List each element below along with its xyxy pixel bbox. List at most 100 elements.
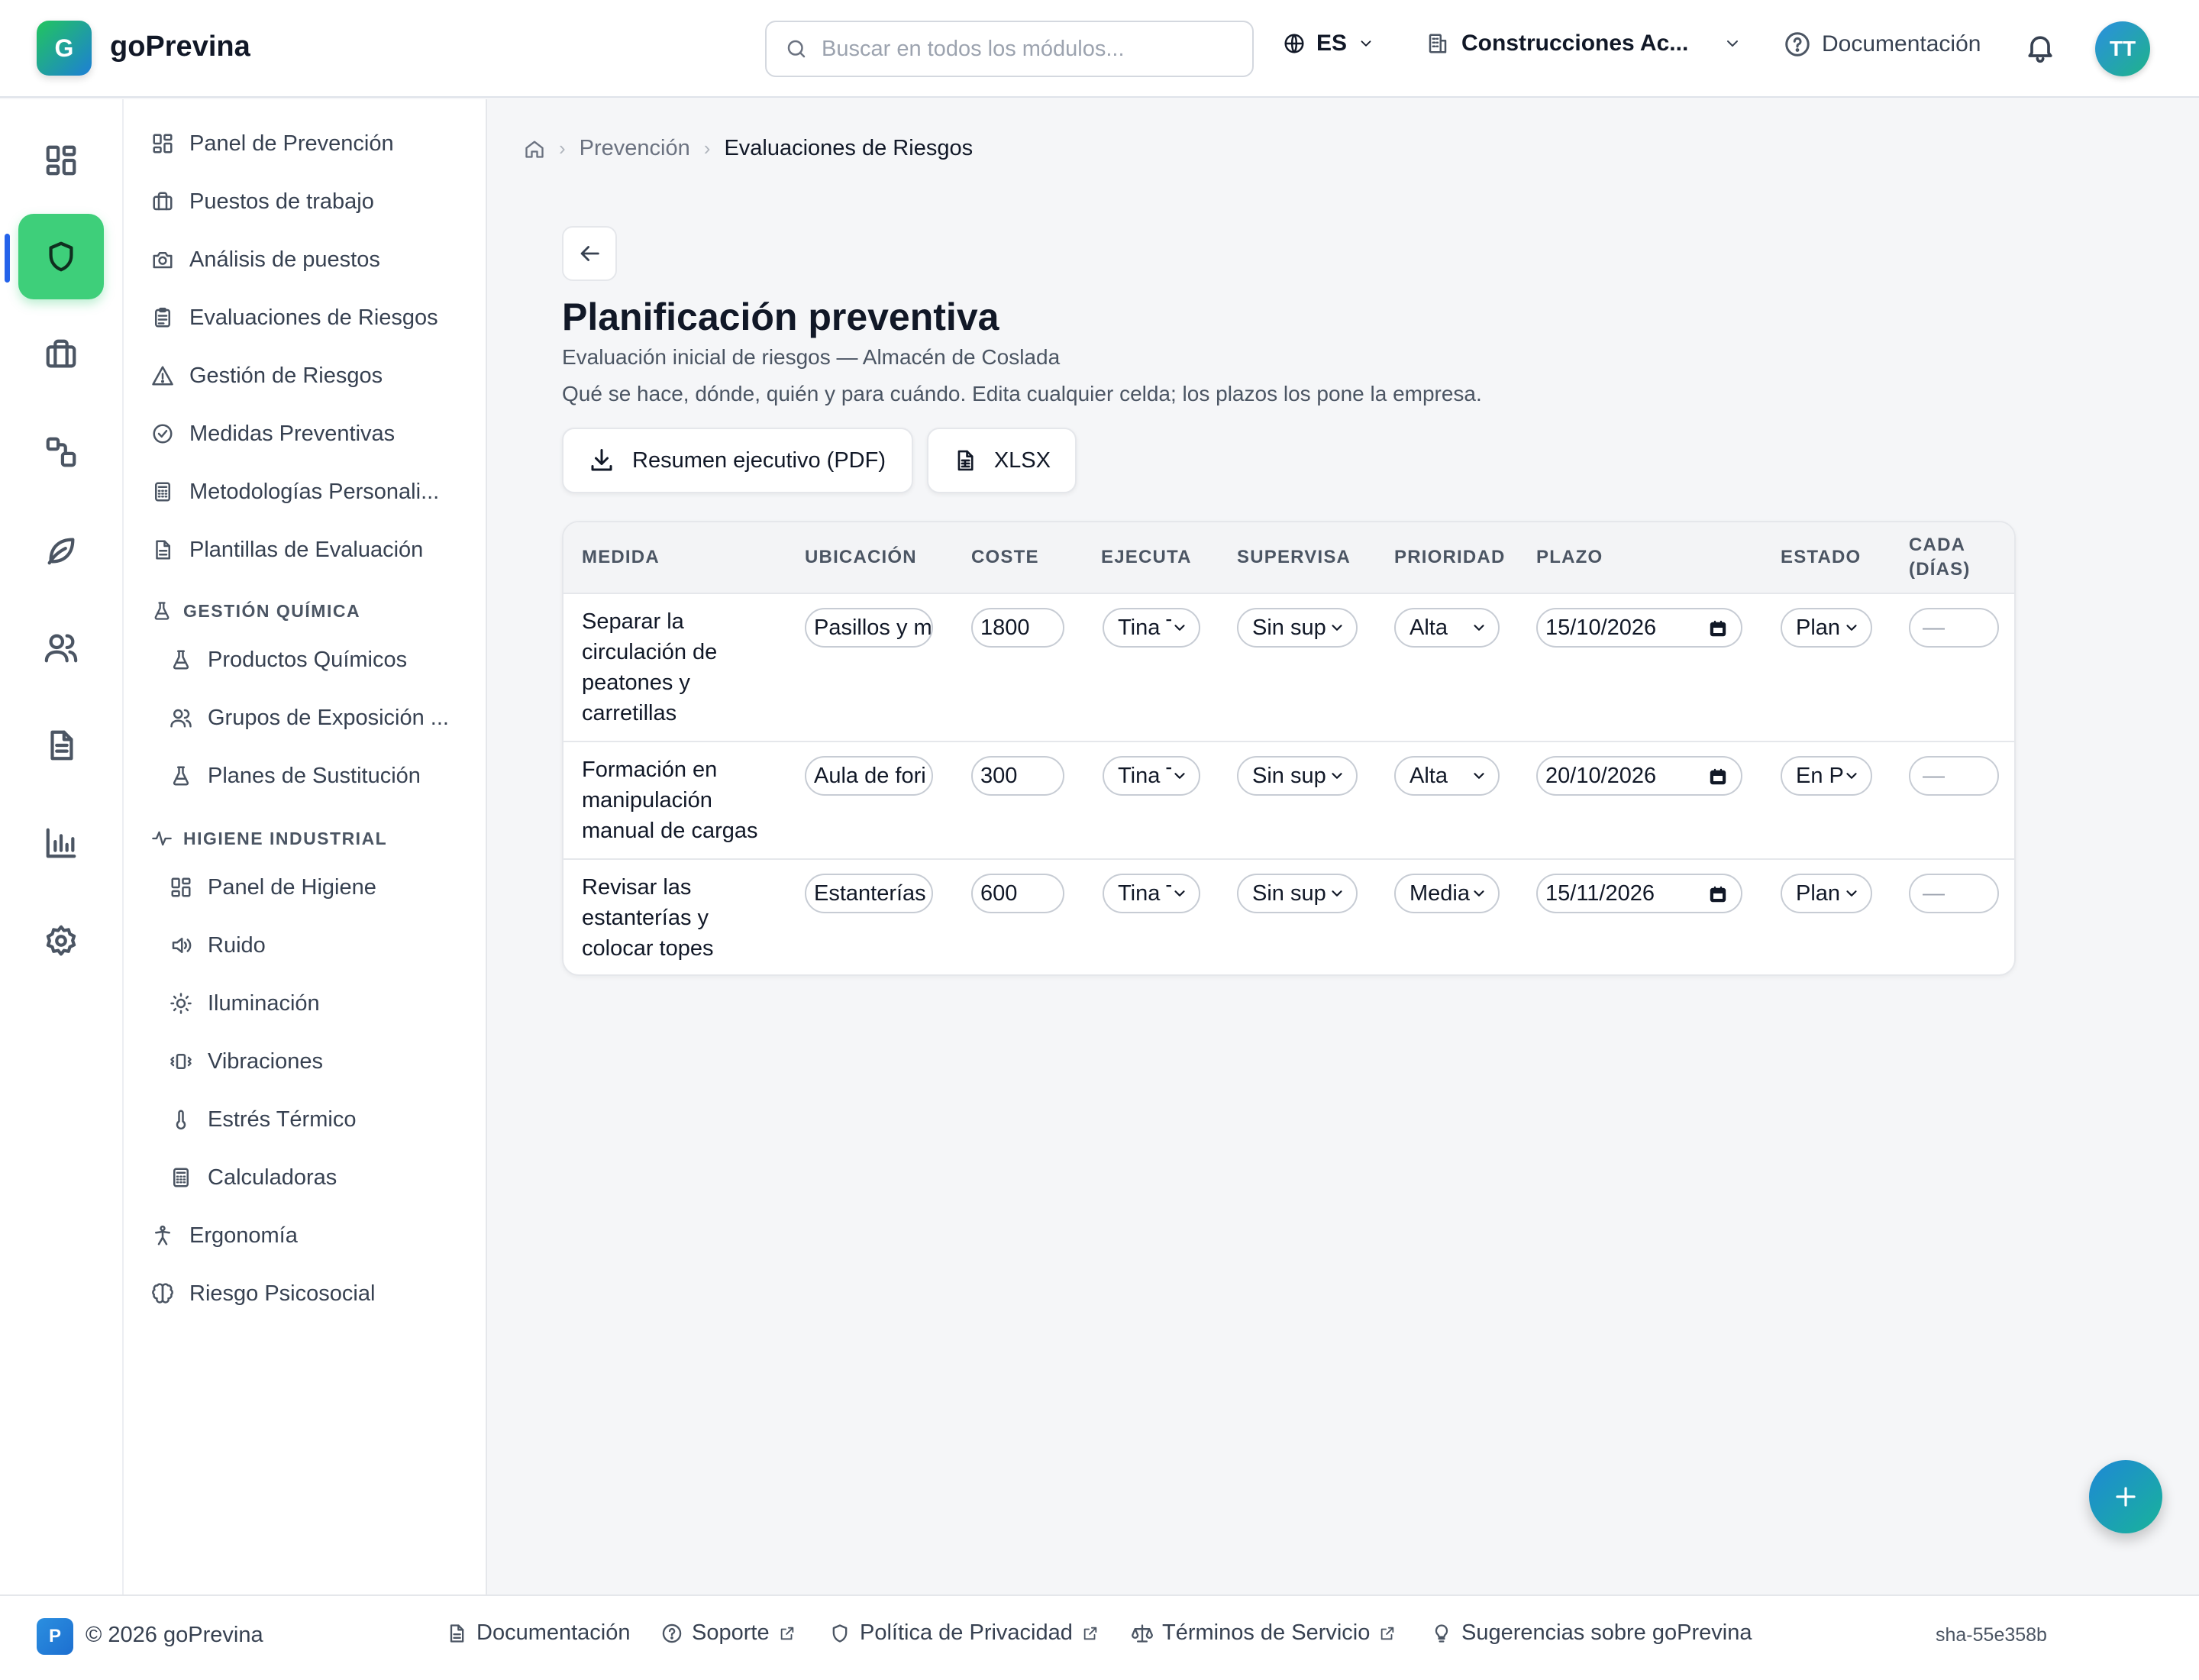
ubicacion-input[interactable]: Pasillos y m <box>805 608 933 648</box>
plazo-date-input[interactable]: 15/10/2026 <box>1536 608 1742 648</box>
rail-item-prevention[interactable] <box>18 214 104 299</box>
nav-item-medidas[interactable]: Medidas Preventivas <box>151 412 395 455</box>
supervisa-select[interactable]: Sin sup <box>1237 756 1358 796</box>
global-search[interactable] <box>765 21 1254 77</box>
nav-item-ergonomia[interactable]: Ergonomía <box>151 1214 298 1257</box>
ubicacion-input[interactable]: Estanterías <box>805 874 933 913</box>
rail-item-jobs[interactable] <box>18 312 104 397</box>
chevron-down-icon <box>1361 40 1371 47</box>
nav-item-ruido[interactable]: Ruido <box>170 924 266 967</box>
cada-input[interactable]: — <box>1909 608 1999 648</box>
shapes-icon <box>46 437 76 467</box>
chevron-down-icon <box>1332 625 1342 631</box>
nav-item-analisis[interactable]: Análisis de puestos <box>151 238 380 281</box>
rail-item-documents[interactable] <box>18 703 104 788</box>
ubicacion-input[interactable]: Aula de fori <box>805 756 933 796</box>
supervisa-select[interactable]: Sin sup <box>1237 608 1358 648</box>
nav-item-psicosocial[interactable]: Riesgo Psicosocial <box>151 1272 375 1315</box>
prioridad-select[interactable]: Alta <box>1394 756 1500 796</box>
nav-item-grupos-exposicion[interactable]: Grupos de Exposición ... <box>170 696 449 739</box>
estado-select[interactable]: Plan <box>1781 874 1872 913</box>
chevron-down-icon <box>1332 890 1342 897</box>
nav-item-label: Análisis de puestos <box>189 247 380 272</box>
col-ubicacion: UBICACIÓN <box>805 547 917 567</box>
nav-item-label: Panel de Higiene <box>208 874 376 900</box>
user-avatar[interactable]: TT <box>2095 21 2150 76</box>
export-pdf-button[interactable]: Resumen ejecutivo (PDF) <box>562 428 913 493</box>
nav-item-gestion-riesgos[interactable]: Gestión de Riesgos <box>151 354 383 397</box>
plazo-date-input[interactable]: 20/10/2026 <box>1536 756 1742 796</box>
back-button[interactable] <box>562 226 617 281</box>
coste-input[interactable]: 300 <box>971 756 1064 796</box>
building-icon <box>1429 34 1447 53</box>
estado-select[interactable]: En P <box>1781 756 1872 796</box>
ejecuta-select[interactable]: Tina T <box>1103 874 1200 913</box>
nav-item-panel-prevencion[interactable]: Panel de Prevención <box>151 122 394 165</box>
nav-item-panel-higiene[interactable]: Panel de Higiene <box>170 866 376 909</box>
rail-item-reports[interactable] <box>18 800 104 886</box>
ejecuta-select[interactable]: Tina T <box>1103 608 1200 648</box>
rail-item-settings[interactable] <box>18 898 104 984</box>
supervisa-select[interactable]: Sin sup <box>1237 874 1358 913</box>
medida-line: colocar topes <box>582 936 714 961</box>
shield-icon <box>49 241 73 272</box>
coste-value: 1800 <box>980 615 1030 640</box>
home-icon[interactable] <box>524 138 545 160</box>
rail-item-people[interactable] <box>18 605 104 690</box>
nav-item-evaluaciones[interactable]: Evaluaciones de Riesgos <box>151 296 438 339</box>
footer-privacy-link[interactable]: Política de Privacidad <box>829 1620 1099 1646</box>
nav-item-productos-quimicos[interactable]: Productos Químicos <box>170 638 407 681</box>
footer-support-link[interactable]: Soporte <box>661 1620 796 1646</box>
plazo-date-input[interactable]: 15/11/2026 <box>1536 874 1742 913</box>
section-gestion-quimica: GESTIÓN QUÍMICA <box>151 600 360 622</box>
medida-cell[interactable]: Revisar las estanterías y colocar topes <box>582 872 780 964</box>
chevron-down-icon <box>1846 625 1857 631</box>
nav-item-vibraciones[interactable]: Vibraciones <box>170 1040 323 1083</box>
nav-item-label: Grupos de Exposición ... <box>208 705 449 730</box>
prioridad-select[interactable]: Media <box>1394 874 1500 913</box>
medida-cell[interactable]: Separar la circulación de peatones y car… <box>582 606 780 729</box>
notifications-button[interactable] <box>2023 31 2057 64</box>
estado-select[interactable]: Plan <box>1781 608 1872 648</box>
company-selector[interactable]: Construcciones Ac... <box>1426 31 1742 57</box>
language-selector[interactable]: ES <box>1283 31 1374 57</box>
rail-item-environment[interactable] <box>18 507 104 593</box>
footer-terms-link[interactable]: Términos de Servicio <box>1132 1620 1396 1646</box>
nav-item-calculadoras[interactable]: Calculadoras <box>170 1156 337 1199</box>
col-cada-unit: (DÍAS) <box>1909 559 1971 580</box>
cada-input[interactable]: — <box>1909 874 1999 913</box>
nav-item-planes-sustitucion[interactable]: Planes de Sustitución <box>170 754 421 797</box>
nav-item-label: Estrés Térmico <box>208 1107 357 1132</box>
chevron-down-icon <box>1846 890 1857 897</box>
add-fab-button[interactable] <box>2089 1460 2162 1533</box>
ejecuta-select[interactable]: Tina T <box>1103 756 1200 796</box>
footer-docs-link[interactable]: Documentación <box>446 1620 631 1646</box>
export-xlsx-button[interactable]: XLSX <box>927 428 1077 493</box>
nav-item-estres-termico[interactable]: Estrés Térmico <box>170 1098 356 1141</box>
cada-input[interactable]: — <box>1909 756 1999 796</box>
nav-item-puestos[interactable]: Puestos de trabajo <box>151 180 374 223</box>
prioridad-select[interactable]: Alta <box>1394 608 1500 648</box>
chevron-down-icon <box>1474 890 1484 897</box>
prioridad-value: Alta <box>1409 615 1448 640</box>
breadcrumb-current[interactable]: Evaluaciones de Riesgos <box>724 136 973 161</box>
calendar-icon <box>1710 768 1726 785</box>
medida-cell[interactable]: Formación en manipulación manual de carg… <box>582 754 780 846</box>
rail-item-dashboard[interactable] <box>18 118 104 203</box>
docs-link[interactable]: Documentación <box>1784 31 1981 58</box>
brand-name[interactable]: goPrevina <box>110 31 250 63</box>
language-label: ES <box>1316 31 1348 56</box>
coste-input[interactable]: 1800 <box>971 608 1064 648</box>
nav-item-plantillas[interactable]: Plantillas de Evaluación <box>151 528 423 571</box>
breadcrumb-prevencion[interactable]: Prevención <box>580 136 690 161</box>
coste-input[interactable]: 600 <box>971 874 1064 913</box>
search-input[interactable] <box>822 36 1234 62</box>
nav-item-iluminacion[interactable]: Iluminación <box>170 982 320 1025</box>
chevron-down-icon <box>1474 773 1484 779</box>
nav-item-metodologias[interactable]: Metodologías Personali... <box>151 470 439 513</box>
app-logo[interactable]: G <box>37 21 92 76</box>
col-supervisa: SUPERVISA <box>1237 547 1351 567</box>
footer-suggestions-link[interactable]: Sugerencias sobre goPrevina <box>1431 1620 1752 1646</box>
rail-item-processes[interactable] <box>18 409 104 495</box>
medida-line: peatones y <box>582 670 690 695</box>
